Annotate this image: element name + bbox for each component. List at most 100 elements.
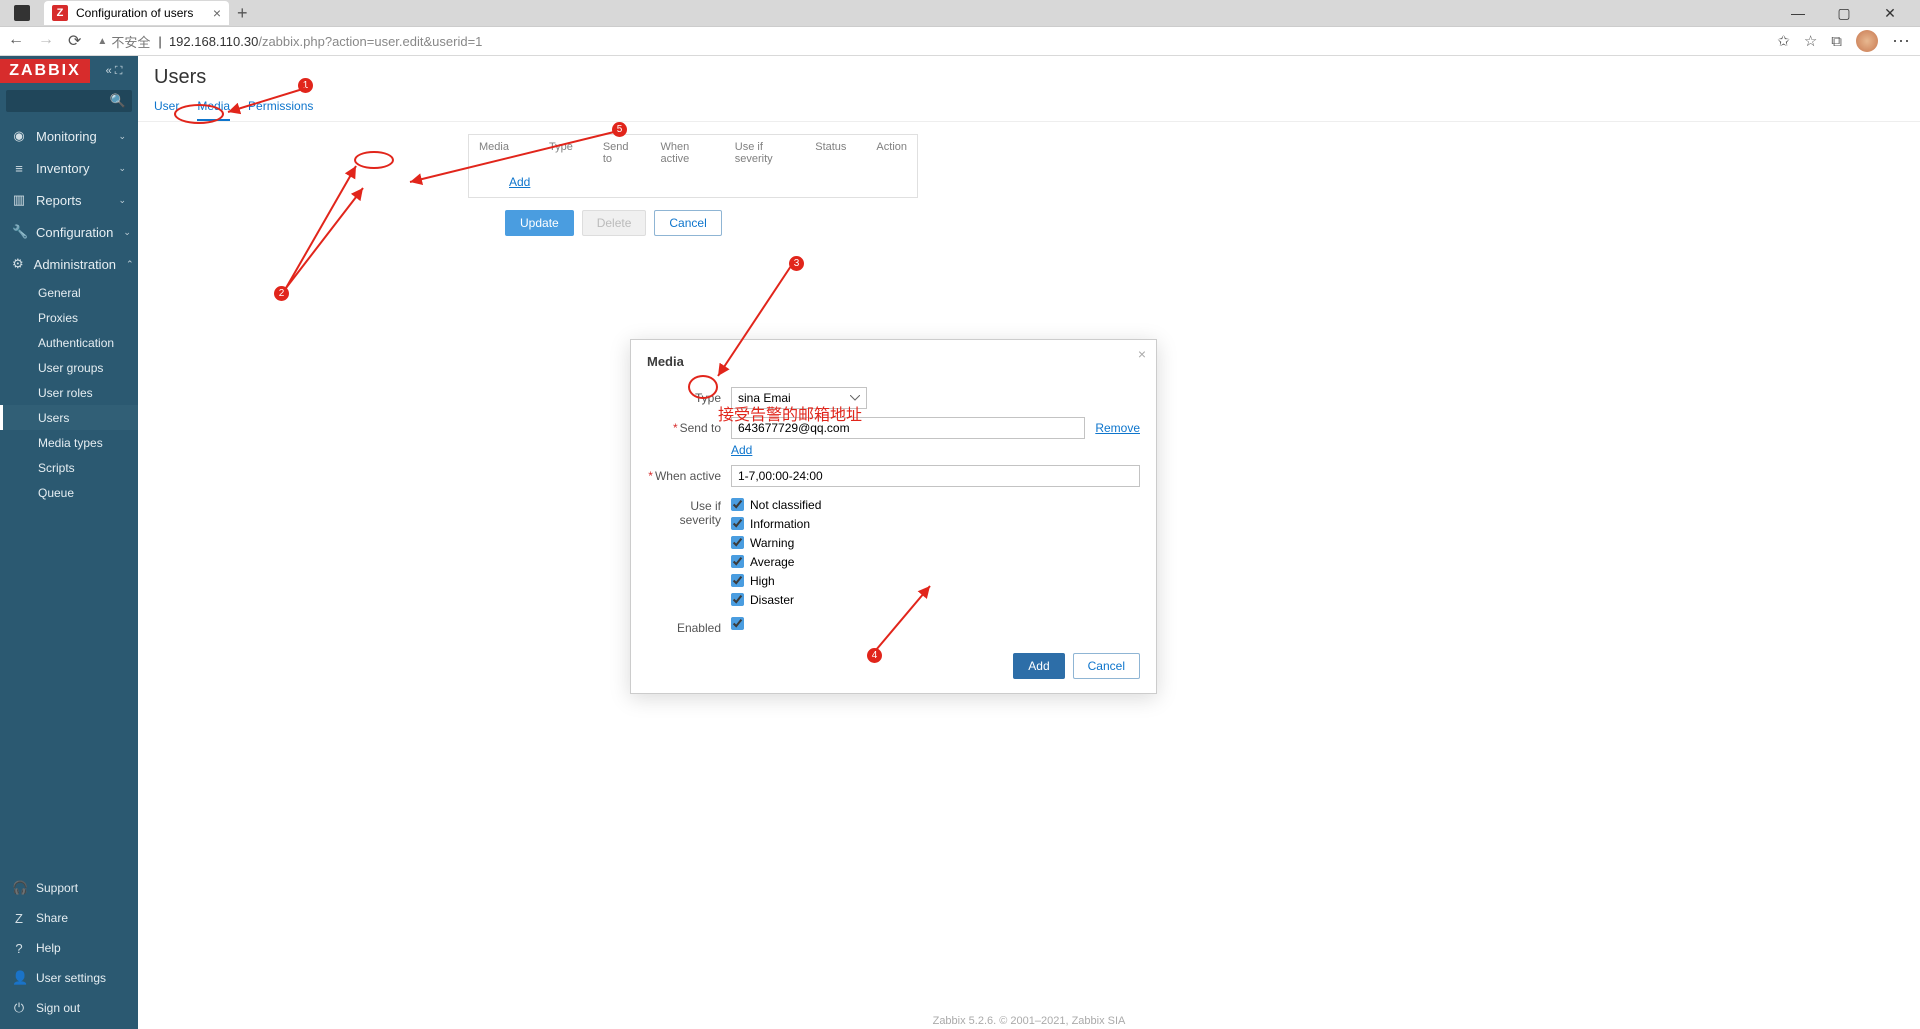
browser-menu-icon[interactable]: ⋯ [1892, 31, 1912, 52]
chevron-up-icon: ⌃ [126, 259, 134, 270]
tab-media[interactable]: Media [197, 99, 230, 121]
logo-row: ZABBIX « ⛶ [0, 56, 138, 86]
severity-high[interactable]: High [731, 571, 1140, 590]
share-icon: Z [12, 911, 26, 926]
address-bar: ← → ⟳ 不安全 | 192.168.110.30/zabbix.php?ac… [0, 26, 1920, 56]
reports-icon: ▥ [12, 192, 26, 208]
subnav-user-roles[interactable]: User roles [0, 380, 138, 405]
url-field[interactable]: 不安全 | 192.168.110.30/zabbix.php?action=u… [91, 32, 1767, 51]
cancel-button[interactable]: Cancel [654, 210, 721, 236]
nav-inventory[interactable]: ≡Inventory⌄ [0, 152, 138, 184]
browser-right-icons: ✩ ☆ ⧉ ⋯ [1777, 30, 1912, 52]
main-content: Users User Media Permissions Media Type … [138, 56, 1920, 1029]
send-to-input[interactable] [731, 417, 1085, 439]
subnav-users[interactable]: Users [0, 405, 138, 430]
security-warning[interactable]: 不安全 [97, 32, 150, 51]
admin-submenu: General Proxies Authentication User grou… [0, 280, 138, 505]
window-controls: — ▢ ✕ [1784, 5, 1914, 22]
collections-icon[interactable]: ⧉ [1831, 33, 1842, 50]
remove-link[interactable]: Remove [1095, 421, 1140, 435]
new-tab-button[interactable]: + [237, 3, 248, 24]
media-add-link[interactable]: Add [509, 175, 530, 189]
severity-disaster[interactable]: Disaster [731, 590, 1140, 609]
help-icon: ? [12, 941, 26, 956]
chevron-down-icon: ⌄ [118, 163, 126, 174]
subnav-proxies[interactable]: Proxies [0, 305, 138, 330]
subnav-user-groups[interactable]: User groups [0, 355, 138, 380]
close-window-icon[interactable]: ✕ [1876, 5, 1904, 22]
media-table-header: Media Type Send to When active Use if se… [469, 135, 917, 171]
severity-average[interactable]: Average [731, 552, 1140, 571]
media-modal: × Media Type sina Emai *Send to Remove A… [630, 339, 1157, 694]
type-select[interactable]: sina Emai [731, 387, 867, 409]
support-icon: 🎧 [12, 880, 26, 896]
nav-help[interactable]: ?Help [0, 933, 138, 963]
nav-monitoring[interactable]: ◉Monitoring⌄ [0, 120, 138, 152]
label-type: Type [647, 387, 731, 405]
chevron-down-icon: ⌄ [123, 227, 131, 238]
update-button[interactable]: Update [505, 210, 574, 236]
annotation-num-3: 3 [789, 256, 804, 271]
modal-close-icon[interactable]: × [1138, 346, 1146, 362]
app-root: ZABBIX « ⛶ 🔍 ◉Monitoring⌄ ≡Inventory⌄ ▥R… [0, 56, 1920, 1029]
label-enabled: Enabled [647, 617, 731, 635]
nav-share[interactable]: ZShare [0, 903, 138, 933]
url-host: 192.168.110.30 [169, 34, 258, 49]
page-title: Users [138, 56, 1920, 95]
modal-actions: Add Cancel [647, 653, 1140, 679]
form-buttons: Update Delete Cancel [505, 210, 1920, 236]
label-use-if-severity: Use if severity [647, 495, 731, 527]
minimize-icon[interactable]: — [1784, 5, 1812, 22]
nav-user-settings[interactable]: 👤User settings [0, 963, 138, 993]
when-active-input[interactable] [731, 465, 1140, 487]
nav-support[interactable]: 🎧Support [0, 873, 138, 903]
forward-icon[interactable]: → [38, 31, 54, 51]
subnav-general[interactable]: General [0, 280, 138, 305]
nav-reports[interactable]: ▥Reports⌄ [0, 184, 138, 216]
subnav-scripts[interactable]: Scripts [0, 455, 138, 480]
chevron-down-icon: ⌄ [118, 195, 126, 206]
maximize-icon[interactable]: ▢ [1830, 5, 1858, 22]
tab-title: Configuration of users [76, 6, 193, 20]
media-table: Media Type Send to When active Use if se… [468, 134, 918, 198]
user-icon: 👤 [12, 970, 26, 986]
tab-user[interactable]: User [154, 99, 179, 121]
nav-icons: ← → ⟳ [8, 31, 81, 51]
signout-icon: ⏻ [12, 1000, 26, 1016]
nav-configuration[interactable]: 🔧Configuration⌄ [0, 216, 138, 248]
read-aloud-icon[interactable]: ✩ [1777, 32, 1790, 50]
severity-not-classified[interactable]: Not classified [731, 495, 1140, 514]
modal-add-button[interactable]: Add [1013, 653, 1064, 679]
severity-warning[interactable]: Warning [731, 533, 1140, 552]
subnav-queue[interactable]: Queue [0, 480, 138, 505]
zabbix-favicon: Z [52, 5, 68, 21]
inventory-icon: ≡ [12, 161, 26, 176]
sidebar-search[interactable]: 🔍 [6, 90, 132, 112]
modal-title: Media [647, 354, 1140, 369]
modal-cancel-button[interactable]: Cancel [1073, 653, 1140, 679]
enabled-checkbox[interactable] [731, 617, 744, 630]
severity-checklist: Not classified Information Warning Avera… [731, 495, 1140, 609]
app-icon [14, 5, 30, 21]
subnav-authentication[interactable]: Authentication [0, 330, 138, 355]
nav-administration[interactable]: ⚙Administration⌃ [0, 248, 138, 280]
tab-permissions[interactable]: Permissions [248, 99, 313, 121]
browser-tab[interactable]: Z Configuration of users × [44, 1, 229, 25]
administration-icon: ⚙ [12, 256, 24, 272]
profile-avatar[interactable] [1856, 30, 1878, 52]
sidebar-collapse-icons[interactable]: « ⛶ [90, 65, 138, 78]
configuration-icon: 🔧 [12, 224, 26, 240]
delete-button: Delete [582, 210, 647, 236]
add-send-to-link[interactable]: Add [731, 443, 752, 457]
zabbix-logo[interactable]: ZABBIX [0, 59, 90, 83]
annotation-num-2: 2 [274, 286, 289, 301]
back-icon[interactable]: ← [8, 31, 24, 51]
subnav-media-types[interactable]: Media types [0, 430, 138, 455]
severity-information[interactable]: Information [731, 514, 1140, 533]
reload-icon[interactable]: ⟳ [68, 31, 81, 51]
tab-close-icon[interactable]: × [213, 5, 221, 21]
nav-sign-out[interactable]: ⏻Sign out [0, 993, 138, 1023]
favorites-icon[interactable]: ☆ [1804, 32, 1817, 50]
footer: Zabbix 5.2.6. © 2001–2021, Zabbix SIA [138, 1015, 1920, 1027]
sidebar: ZABBIX « ⛶ 🔍 ◉Monitoring⌄ ≡Inventory⌄ ▥R… [0, 56, 138, 1029]
